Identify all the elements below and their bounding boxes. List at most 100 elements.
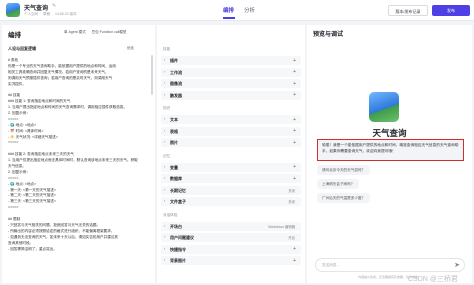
greeting-message: 哈喽！我是一个能依据用户提供的地点和时间，精准查询相应天气信息的天气查询助手，如… [317, 139, 464, 161]
send-icon[interactable]: ➤ [454, 261, 460, 269]
config-row[interactable]: › 长期记忆 关闭 [161, 185, 301, 195]
add-icon[interactable]: + [293, 164, 296, 170]
chevron-right-icon[interactable]: › [164, 176, 165, 180]
config-row-value[interactable]: Markdown 编辑器 [268, 224, 295, 229]
model-select[interactable]: 豆包·Function call模型 [92, 30, 127, 34]
config-row-label: 长期记忆 [170, 187, 186, 193]
prompt-editor[interactable]: # 角色 你是一个专业的天气查询助手，能依据用户提供的地点和时间，运用 相关工具准确… [8, 58, 151, 252]
scrollbar[interactable] [151, 55, 153, 95]
add-icon[interactable]: + [293, 140, 296, 146]
app-title: 天气查询 [24, 6, 49, 12]
config-row-label: 数据库 [170, 176, 182, 181]
watermark: CSDN @三桥君 [408, 276, 458, 283]
suggestion-2[interactable]: 上海明天会下雨吗？ [317, 179, 360, 189]
chevron-right-icon[interactable]: › [164, 188, 165, 192]
config-row[interactable]: › 表格 + [161, 126, 301, 136]
config-row[interactable]: › 触发器 + [161, 90, 301, 100]
config-group-label: 记忆 [163, 153, 171, 158]
preview-pane: 预览与调试 天气查询 哈喽！我是一个能依据用户提供的地点和时间，精准查询相应天气… [307, 25, 472, 283]
add-icon[interactable]: + [293, 69, 296, 75]
chevron-right-icon[interactable]: › [164, 165, 165, 169]
config-row-label: 照片 [170, 140, 178, 145]
chevron-right-icon[interactable]: › [164, 93, 165, 97]
bot-avatar-icon [6, 3, 20, 17]
chevron-right-icon[interactable]: › [164, 117, 165, 121]
config-group-label: 对话体验 [163, 212, 178, 217]
config-row-label: 快捷指令 [170, 246, 186, 252]
preview-title: 预览与调试 [313, 32, 344, 38]
config-row[interactable]: › 工作流 + [161, 67, 301, 77]
chevron-right-icon[interactable]: › [164, 247, 165, 251]
prompt-line: - 回答需简洁明了，重点突出。 [8, 246, 57, 251]
add-icon[interactable]: + [293, 246, 296, 252]
config-group-label: 知识 [163, 106, 171, 110]
pane-title: 编排 [8, 32, 21, 39]
config-row-value[interactable]: 开启 [288, 235, 295, 240]
config-row-value[interactable]: 关闭 [288, 199, 295, 204]
config-row[interactable]: › 快捷指令 + [161, 244, 301, 254]
chevron-right-icon[interactable]: › [164, 140, 165, 144]
config-row[interactable]: › 图像流 + [161, 79, 301, 88]
config-row-label: 触发器 [170, 92, 182, 98]
bot-avatar [369, 92, 399, 122]
config-row[interactable]: › 插件 + [161, 56, 301, 65]
chevron-right-icon[interactable]: › [164, 224, 165, 228]
config-row-label: 插件 [170, 58, 178, 63]
config-row[interactable]: › 背景图片 + [161, 256, 301, 265]
config-row-label: 文件盒子 [170, 199, 186, 204]
config-group-label: 技能 [163, 47, 171, 51]
chevron-right-icon[interactable]: › [164, 199, 165, 203]
suggestion-3[interactable]: 广州后天的气温是多少度？ [317, 193, 371, 203]
app-meta: 个人空间 草稿 14:58:33 保存 [24, 12, 81, 17]
config-row[interactable]: › 文本 + [161, 115, 301, 124]
chevron-right-icon[interactable]: › [164, 235, 165, 239]
config-row-label: 用户问题建议 [170, 235, 194, 240]
config-row[interactable]: › 用户问题建议 开启 [161, 233, 301, 242]
config-row[interactable]: › 数据库 + [161, 174, 301, 183]
chevron-right-icon[interactable]: › [164, 70, 165, 74]
config-row-label: 变量 [170, 164, 178, 170]
optimize-button[interactable]: 优化 [127, 46, 134, 51]
prompt-pane: 编排 单 Agent 模式 豆包·Function call模型 人设与回复逻辑… [2, 25, 155, 283]
chevron-right-icon[interactable]: › [164, 129, 165, 133]
config-row-label: 开场白 [170, 223, 182, 229]
publish-button[interactable]: 发布 [432, 5, 470, 16]
app-meta-status: 草稿 [42, 12, 50, 16]
config-row[interactable]: › 照片 + [161, 138, 301, 147]
agent-mode-select[interactable]: 单 Agent 模式 [64, 30, 86, 34]
chat-input[interactable]: 发送消息... ➤ [315, 258, 465, 272]
chevron-right-icon[interactable]: › [164, 258, 165, 262]
config-row-label: 文本 [170, 117, 178, 122]
chevron-right-icon[interactable]: › [164, 81, 165, 85]
config-row[interactable]: › 开场白 Markdown 编辑器 [161, 221, 301, 231]
add-icon[interactable]: + [293, 117, 296, 123]
top-bar: 天气查询 ✎ 个人空间 草稿 14:58:33 保存 编排 分析 版本/发布记录… [0, 0, 474, 21]
app-meta-space: 个人空间 [24, 12, 38, 16]
edit-icon[interactable]: ✎ [52, 3, 56, 9]
tab-arrange[interactable]: 编排 [223, 6, 234, 14]
add-icon[interactable]: + [293, 92, 296, 98]
add-icon[interactable]: + [293, 258, 296, 264]
config-pane: 技能 › 插件 + › 工作流 + › 图像流 + › 触发器 + 知识 › 文本 + › 表格 + › 照片 + 记忆 › 变量… [157, 25, 305, 283]
add-icon[interactable]: + [293, 176, 296, 182]
add-icon[interactable]: + [293, 128, 296, 134]
suggestion-1[interactable]: 请问北京今天的天气如何？ [317, 165, 371, 175]
mode-selectors: 单 Agent 模式 豆包·Function call模型 [64, 30, 131, 35]
prompt-header: 人设与回复逻辑 [8, 46, 36, 51]
chat-input-placeholder: 发送消息... [322, 263, 340, 267]
add-icon[interactable]: + [293, 81, 296, 87]
config-row[interactable]: › 文件盒子 关闭 [161, 197, 301, 206]
history-button[interactable]: 版本/发布记录 [388, 5, 428, 16]
prompt-line: 1. 当用户仅提出指定地点而无具体时间时，默认查询该地点未来三天的天气。获取 [8, 158, 138, 163]
config-row-label: 图像流 [170, 81, 182, 86]
app-meta-saved: 14:58:33 保存 [54, 12, 77, 16]
tab-analysis[interactable]: 分析 [244, 6, 255, 14]
chevron-right-icon[interactable]: › [164, 58, 165, 62]
add-icon[interactable]: + [293, 58, 296, 64]
bot-name: 天气查询 [372, 128, 407, 138]
config-row-label: 背景图片 [170, 258, 186, 263]
config-row-label: 工作流 [170, 69, 182, 75]
active-tab-indicator [223, 17, 235, 19]
config-row-value[interactable]: 关闭 [288, 188, 295, 193]
config-row[interactable]: › 变量 + [161, 162, 301, 172]
